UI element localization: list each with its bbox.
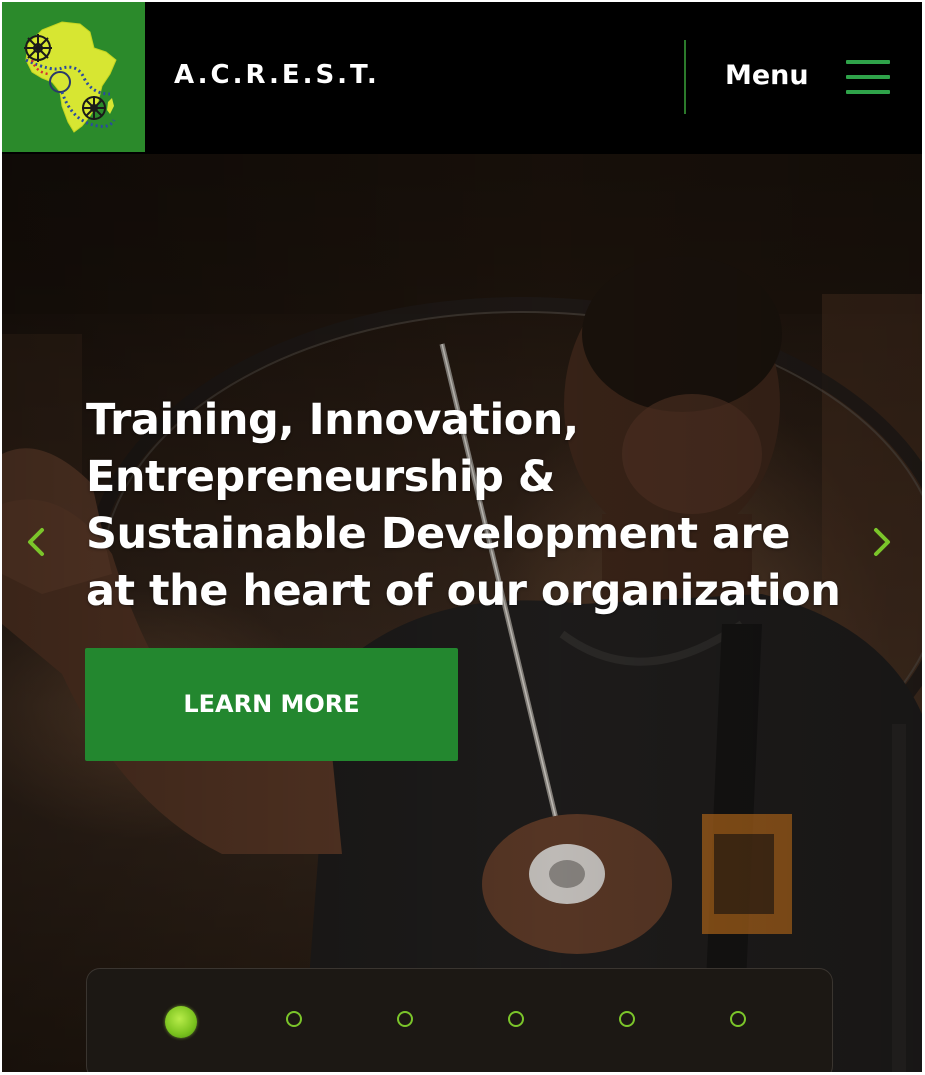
learn-more-button[interactable]: LEARN MORE	[85, 648, 458, 761]
menu-label: Menu	[725, 60, 809, 91]
slider-dot-1[interactable]	[165, 1006, 197, 1038]
brand-name[interactable]: A.C.R.E.S.T.	[174, 60, 380, 90]
hero-headline: Training, Innovation, Entrepreneurship &…	[86, 395, 841, 616]
slider-dot-5[interactable]	[619, 1011, 635, 1027]
chevron-right-icon[interactable]	[866, 522, 896, 562]
chevron-left-icon[interactable]	[22, 522, 52, 562]
slider-pagination	[86, 968, 833, 1072]
page-frame: A.C.R.E.S.T. Menu Training, Innovation, …	[2, 2, 922, 1072]
site-logo[interactable]	[2, 2, 145, 152]
slider-dot-3[interactable]	[397, 1011, 413, 1027]
site-header: A.C.R.E.S.T. Menu	[2, 2, 922, 154]
header-divider	[684, 40, 686, 114]
slider-dot-2[interactable]	[286, 1011, 302, 1027]
slider-dot-4[interactable]	[508, 1011, 524, 1027]
hamburger-icon	[846, 60, 890, 96]
africa-logo	[24, 21, 117, 133]
menu-button[interactable]: Menu	[722, 54, 897, 104]
hero-slider: Training, Innovation, Entrepreneurship &…	[2, 154, 922, 1072]
slider-dot-6[interactable]	[730, 1011, 746, 1027]
